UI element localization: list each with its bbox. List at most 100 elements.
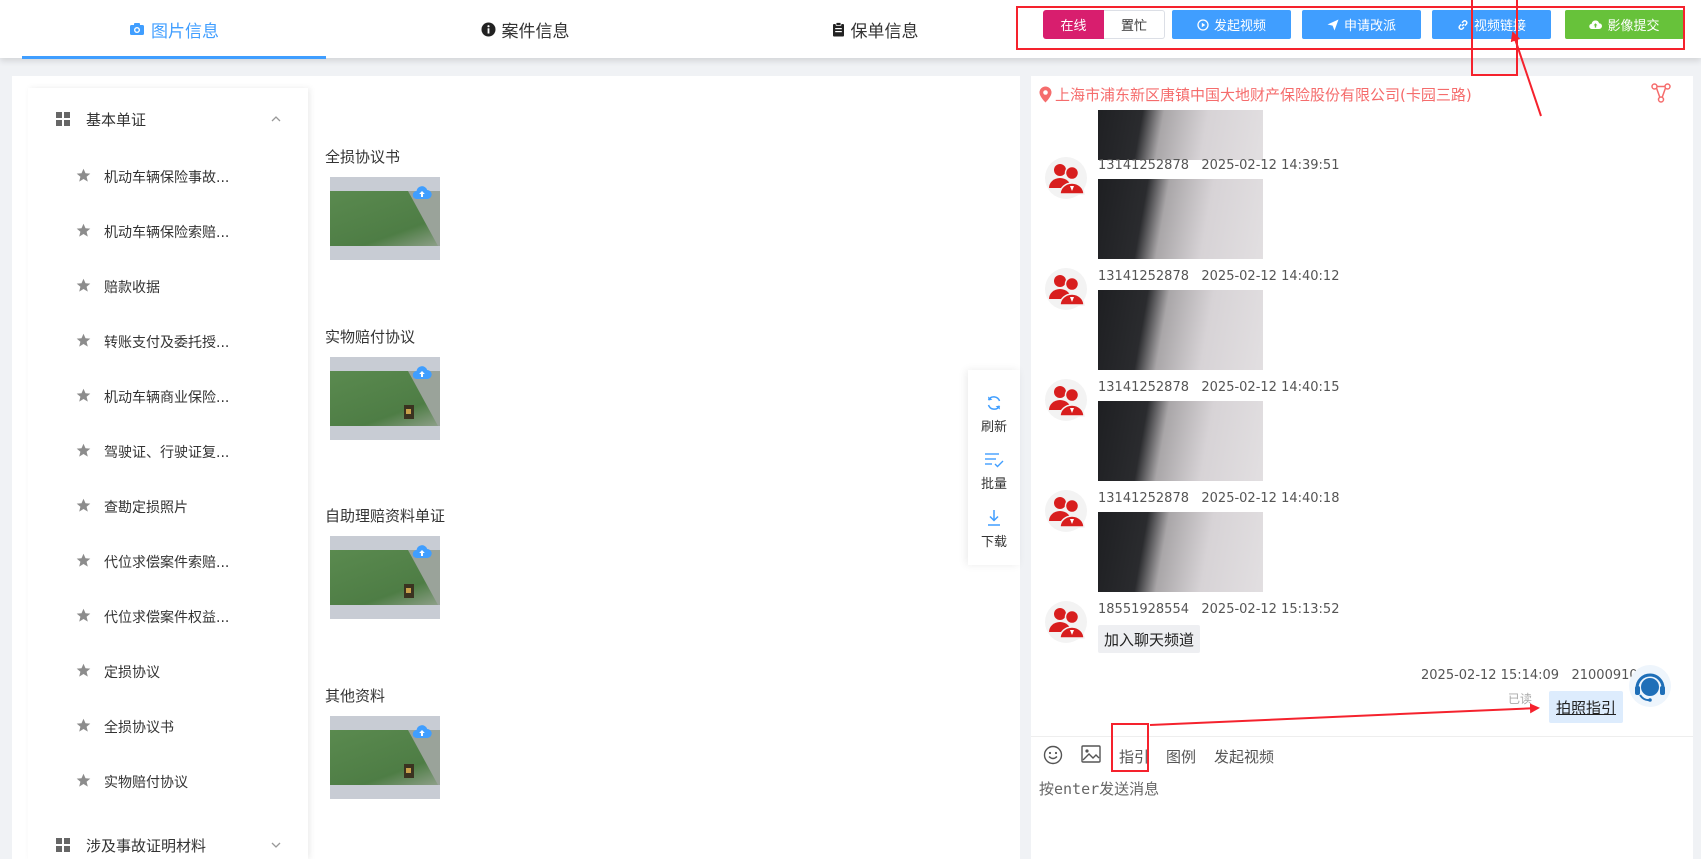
video-link-label: 视频链接 xyxy=(1473,19,1526,34)
link-icon xyxy=(1457,19,1469,31)
cloud-upload-icon[interactable] xyxy=(412,724,432,744)
submit-images-label: 影像提交 xyxy=(1607,19,1660,34)
grid-icon xyxy=(56,838,70,856)
busy-status-button[interactable]: 置忙 xyxy=(1104,10,1165,39)
start-video-button[interactable]: 发起视频 xyxy=(1172,10,1291,39)
message-meta: 13141252878 2025-02-12 14:40:12 xyxy=(1098,269,1339,284)
sidebar-item[interactable]: 机动车辆商业保险... xyxy=(28,381,308,411)
message-sender: 13141252878 xyxy=(1098,269,1189,284)
message-time: 2025-02-12 14:40:12 xyxy=(1201,269,1340,284)
cloud-upload-icon[interactable] xyxy=(412,544,432,564)
self-message-meta: 2025-02-12 15:14:09 210009105 xyxy=(1421,668,1646,683)
message-image[interactable] xyxy=(1098,401,1263,481)
emoji-icon[interactable] xyxy=(1043,745,1063,769)
sidebar-item-label: 赔款收据 xyxy=(104,280,160,296)
star-icon xyxy=(76,773,91,792)
floating-toolbar: 刷新 批量 下载 xyxy=(968,370,1020,565)
sidebar-item[interactable]: 赔款收据 xyxy=(28,271,308,301)
online-label: 在线 xyxy=(1060,19,1087,34)
app-root: 图片信息 案件信息 保单信息 在线 置忙 发起视频 申请改派 视频链接 影像提交… xyxy=(0,0,1701,859)
photo-guide-message[interactable]: 拍照指引 xyxy=(1549,691,1624,723)
download-button[interactable]: 下载 xyxy=(968,505,1020,555)
sidebar-item-label: 定损协议 xyxy=(104,665,160,681)
section-title: 全损协议书 xyxy=(325,148,401,166)
section-title: 实物赔付协议 xyxy=(325,328,416,346)
star-icon xyxy=(76,663,91,682)
chat-input-toolbar: 指引 图例 发起视频 xyxy=(1031,736,1693,772)
sidebar-item[interactable]: 驾驶证、行驶证复... xyxy=(28,436,308,466)
chevron-down-icon xyxy=(270,837,282,855)
guide-button[interactable]: 指引 xyxy=(1119,746,1149,767)
active-tab-indicator xyxy=(22,56,326,59)
sidebar-item[interactable]: 全损协议书 xyxy=(28,711,308,741)
group-basic-documents[interactable]: 基本单证 xyxy=(28,104,308,134)
sidebar-item-label: 实物赔付协议 xyxy=(104,775,188,791)
grid-icon xyxy=(56,112,70,130)
apply-reassign-button[interactable]: 申请改派 xyxy=(1302,10,1421,39)
sidebar-item[interactable]: 定损协议 xyxy=(28,656,308,686)
tab-label: 图片信息 xyxy=(151,21,219,42)
send-plane-icon xyxy=(1327,19,1339,31)
tab-image-info[interactable]: 图片信息 xyxy=(22,0,326,58)
message-image-partial[interactable] xyxy=(1098,110,1263,160)
online-status-button[interactable]: 在线 xyxy=(1043,10,1104,39)
info-icon xyxy=(481,22,496,37)
cloud-upload-icon[interactable] xyxy=(412,365,432,385)
sidebar-item[interactable]: 代位求偿案件权益... xyxy=(28,601,308,631)
sidebar-item[interactable]: 实物赔付协议 xyxy=(28,766,308,796)
camera-icon xyxy=(129,22,145,36)
tab-case-info[interactable]: 案件信息 xyxy=(350,0,700,58)
message-input[interactable] xyxy=(1039,778,1679,848)
message-sender: 13141252878 xyxy=(1098,380,1189,395)
sidebar-item[interactable]: 查勘定损照片 xyxy=(28,491,308,521)
user-group-icon xyxy=(1049,497,1085,528)
refresh-button[interactable]: 刷新 xyxy=(968,390,1020,440)
sidebar-item[interactable]: 机动车辆保险事故... xyxy=(28,161,308,191)
sidebar-item[interactable]: 机动车辆保险索赔... xyxy=(28,216,308,246)
tab-policy-info[interactable]: 保单信息 xyxy=(700,0,1050,58)
message-meta: 13141252878 2025-02-12 14:39:51 xyxy=(1098,158,1339,173)
toolbar-start-video-button[interactable]: 发起视频 xyxy=(1214,746,1274,767)
document-thumbnail[interactable] xyxy=(330,536,440,619)
share-icon[interactable] xyxy=(1651,83,1671,107)
document-thumbnail[interactable] xyxy=(330,357,440,440)
example-button[interactable]: 图例 xyxy=(1166,746,1196,767)
section-title: 自助理赔资料单证 xyxy=(325,507,446,525)
video-link-button[interactable]: 视频链接 xyxy=(1432,10,1551,39)
cloud-upload-icon[interactable] xyxy=(412,185,432,205)
sender-avatar xyxy=(1045,601,1087,643)
sender-avatar xyxy=(1045,268,1087,310)
tab-label: 案件信息 xyxy=(501,21,570,42)
submit-images-button[interactable]: 影像提交 xyxy=(1565,10,1684,39)
busy-label: 置忙 xyxy=(1120,19,1147,34)
group-accident-proof[interactable]: 涉及事故证明材料 xyxy=(28,830,308,859)
sidebar-item[interactable]: 代位求偿案件索赔... xyxy=(28,546,308,576)
sidebar-item[interactable]: 转账支付及委托授... xyxy=(28,326,308,356)
batch-button[interactable]: 批量 xyxy=(968,447,1020,497)
star-icon xyxy=(76,223,91,242)
message-image[interactable] xyxy=(1098,290,1263,370)
message-sender: 13141252878 xyxy=(1098,158,1189,173)
apply-reassign-label: 申请改派 xyxy=(1343,19,1396,34)
image-upload-icon[interactable] xyxy=(1081,745,1101,767)
message-meta: 18551928554 2025-02-12 15:13:52 xyxy=(1098,602,1339,617)
sender-avatar xyxy=(1045,157,1087,199)
document-thumbnail[interactable] xyxy=(330,716,440,799)
star-icon xyxy=(76,443,91,462)
cloud-upload-icon xyxy=(1589,19,1603,30)
clipboard-icon xyxy=(832,21,845,37)
sender-avatar xyxy=(1045,490,1087,532)
message-text: 加入聊天频道 xyxy=(1098,625,1201,653)
star-icon xyxy=(76,388,91,407)
document-thumbnail[interactable] xyxy=(330,177,440,260)
sidebar-item-label: 机动车辆商业保险... xyxy=(104,390,230,406)
user-group-icon xyxy=(1049,164,1085,195)
message-image[interactable] xyxy=(1098,512,1263,592)
message-time: 2025-02-12 15:13:52 xyxy=(1201,602,1340,617)
message-image[interactable] xyxy=(1098,179,1263,259)
star-icon xyxy=(76,718,91,737)
location-address: 上海市浦东新区唐镇中国大地财产保险股份有限公司(卡园三路) xyxy=(1039,83,1472,105)
location-pin-icon xyxy=(1039,86,1052,103)
message-sender: 18551928554 xyxy=(1098,602,1189,617)
sidebar-item-label: 代位求偿案件权益... xyxy=(104,610,230,626)
